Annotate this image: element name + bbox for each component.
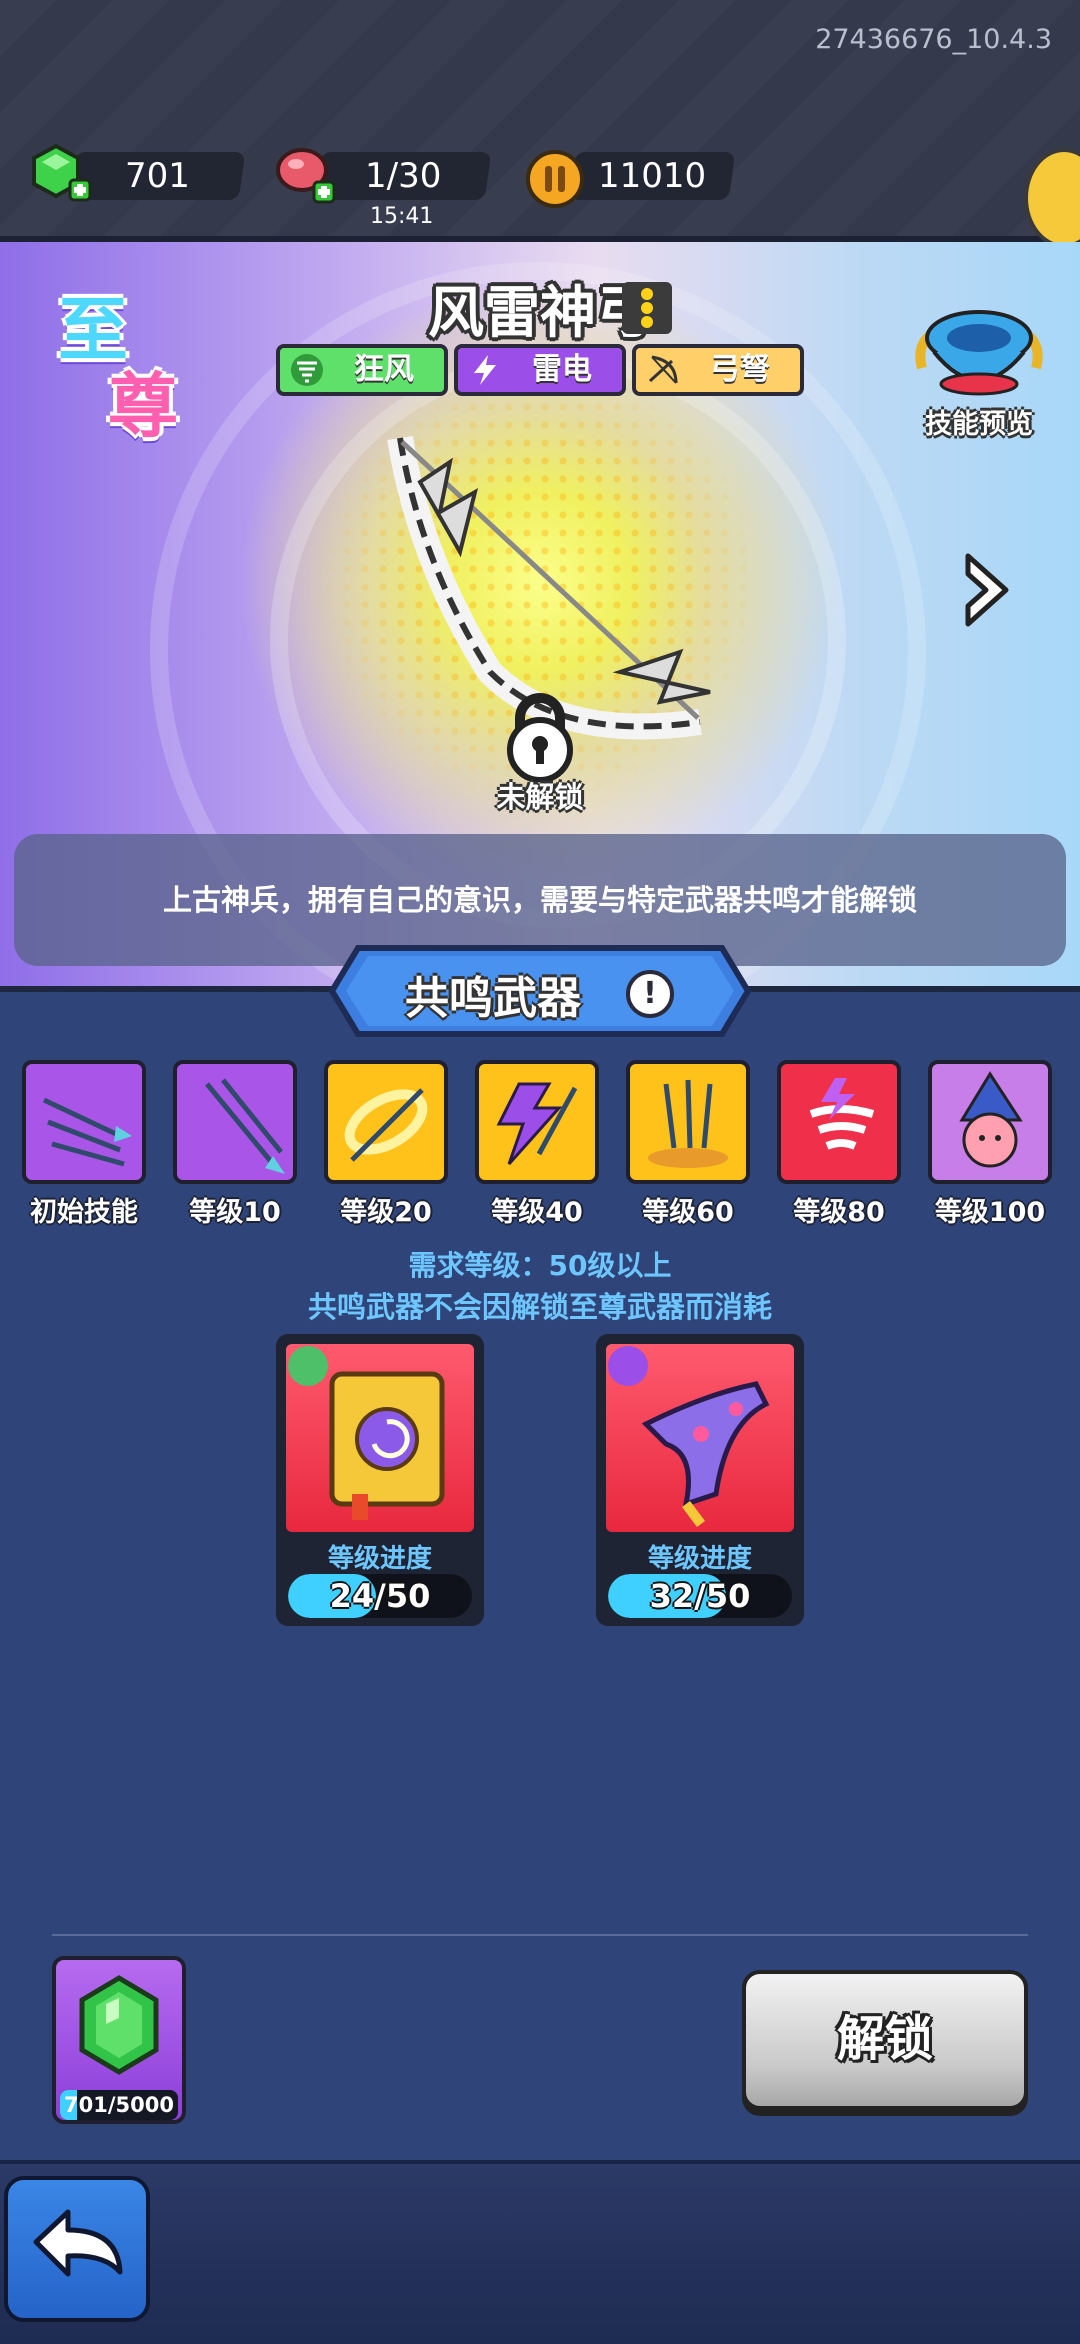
- level-progress-bar: 24/50: [288, 1574, 472, 1618]
- dots-menu-icon: [641, 288, 653, 328]
- tag-wind: 狂风: [276, 344, 448, 396]
- skill-slot[interactable]: [22, 1060, 146, 1184]
- tornado-preview-icon: [915, 310, 1043, 396]
- unlock-cost-bar: 701/5000: [60, 2090, 178, 2120]
- skill-slot-label: 等级60: [642, 1197, 734, 1228]
- lightning-icon: [474, 355, 496, 385]
- skill-slot-label: 等级80: [793, 1197, 885, 1228]
- coin-icon: [526, 150, 584, 208]
- skill-slot-label: 等级40: [491, 1197, 583, 1228]
- level-progress-label: 等级进度: [647, 1544, 752, 1574]
- tag-lightning: 雷电: [454, 344, 626, 396]
- skill-slot[interactable]: [173, 1060, 297, 1184]
- weapon-hero-panel: 至 尊 风雷神弓 狂风 雷电 弓弩 技能预览 未解锁 上古神兵，拥有自己的意识，…: [0, 242, 1080, 992]
- unlock-cost-value: 701/5000: [64, 2093, 174, 2117]
- skill-slot-label: 等级20: [340, 1197, 432, 1228]
- skill-preview-button[interactable]: 技能预览: [904, 298, 1054, 440]
- wizard-character-icon: [959, 1071, 1023, 1168]
- skill-slot-label: 等级10: [189, 1197, 281, 1228]
- double-arrow-icon: [205, 1078, 285, 1174]
- green-gem-icon: [79, 1975, 159, 2075]
- tag-bow-label: 弓弩: [710, 352, 770, 387]
- bottom-bar: [0, 2160, 1080, 2344]
- gem-plus-icon[interactable]: [26, 142, 96, 208]
- meat-count: 1/30: [364, 156, 442, 196]
- skill-preview-label: 技能预览: [925, 409, 1033, 440]
- unlock-cost-item[interactable]: 701/5000: [52, 1956, 186, 2124]
- skill-slot-label: 等级100: [934, 1197, 1046, 1228]
- arrow-rain-icon: [648, 1079, 728, 1168]
- tornado-icon: [809, 1078, 875, 1150]
- skill-slot[interactable]: [777, 1060, 901, 1184]
- locked-label: 未解锁: [496, 780, 584, 814]
- weapon-card-face: [602, 1340, 798, 1536]
- top-status-bar: 27436676_10.4.3 701 1/30 15:41 11010: [0, 0, 1080, 242]
- lightning-arrows-icon: [496, 1082, 578, 1165]
- next-weapon-arrow-icon[interactable]: [962, 550, 1012, 630]
- wind-element-badge: [288, 1346, 328, 1386]
- resonance-info-icon[interactable]: !: [626, 970, 674, 1018]
- golden-ring-icon: [344, 1088, 428, 1162]
- back-arrow-icon: [33, 2209, 123, 2277]
- triple-arrows-icon: [42, 1097, 132, 1167]
- skill-slot[interactable]: [324, 1060, 448, 1184]
- skill-slot[interactable]: [928, 1060, 1052, 1184]
- resonance-title: 共鸣武器: [405, 973, 581, 1024]
- level-progress-value: 32/50: [649, 1577, 751, 1615]
- lightning-element-badge: [608, 1346, 648, 1386]
- bow-icon: [648, 355, 678, 384]
- weapon-info-button[interactable]: [622, 282, 672, 334]
- gem-count: 701: [124, 156, 190, 196]
- level-progress-bar: 32/50: [608, 1574, 792, 1618]
- skill-slot-label: 初始技能: [30, 1197, 138, 1228]
- meat-plus-icon[interactable]: [274, 144, 344, 210]
- skill-slot[interactable]: [626, 1060, 750, 1184]
- lock-icon: [507, 693, 573, 782]
- divider: [52, 1934, 1028, 1936]
- rarity-char-2: 尊: [108, 365, 178, 447]
- resonance-note: 共鸣武器不会因解锁至尊武器而消耗: [307, 1290, 772, 1324]
- skill-slot[interactable]: [475, 1060, 599, 1184]
- resonance-weapon-card[interactable]: 等级进度 32/50: [596, 1334, 804, 1626]
- tag-lightning-label: 雷电: [532, 352, 592, 387]
- back-button[interactable]: [4, 2176, 150, 2322]
- meat-timer: 15:41: [370, 204, 434, 229]
- unlock-button-label: 解锁: [836, 2011, 933, 2067]
- required-level: 需求等级：50级以上: [408, 1249, 672, 1282]
- coin-counter[interactable]: 11010: [568, 152, 736, 200]
- level-progress-label: 等级进度: [327, 1544, 432, 1574]
- tag-bow: 弓弩: [632, 344, 804, 396]
- tag-wind-label: 狂风: [354, 352, 414, 387]
- unlock-button[interactable]: 解锁: [742, 1970, 1028, 2110]
- level-progress-value: 24/50: [329, 1577, 431, 1615]
- resonance-weapon-card[interactable]: 等级进度 24/50: [276, 1334, 484, 1626]
- coin-count: 11010: [597, 156, 707, 196]
- build-version: 27436676_10.4.3: [815, 24, 1052, 55]
- wind-icon: [291, 354, 323, 386]
- weapon-card-face: [282, 1340, 478, 1536]
